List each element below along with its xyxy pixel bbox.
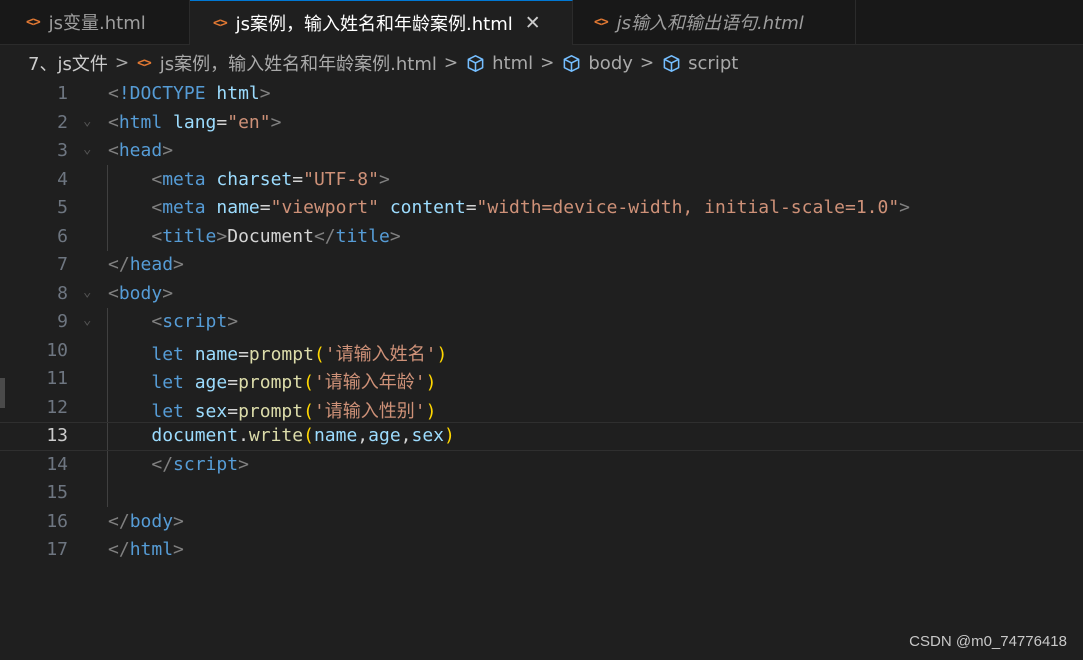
line-number: 5	[57, 197, 68, 218]
line-number: 14	[46, 453, 68, 475]
line-number: 11	[46, 368, 68, 389]
chevron-right-icon: >	[443, 53, 459, 73]
breadcrumb-label: body	[588, 52, 633, 74]
code-line[interactable]: 1 <!DOCTYPE html>	[0, 80, 1083, 109]
html-file-icon: <>	[137, 55, 152, 71]
fold-chevron-icon[interactable]: ⌄	[83, 113, 91, 129]
tab-input-output[interactable]: <> js输入和输出语句.html	[573, 0, 856, 44]
code-text: let name=prompt('请输入姓名')	[151, 343, 448, 365]
breadcrumb-label: script	[688, 52, 739, 74]
code-line[interactable]: 12 let sex=prompt('请输入性别')	[0, 394, 1083, 423]
line-number: 16	[46, 510, 68, 532]
line-number: 3	[57, 140, 68, 161]
fold-chevron-icon[interactable]: ⌄	[83, 141, 91, 157]
breadcrumb-label: html	[492, 52, 534, 74]
line-number: 1	[57, 83, 68, 104]
line-number: 17	[46, 539, 68, 560]
code-text: document.write(name,age,sex)	[151, 425, 455, 446]
tab-name-age-case[interactable]: <> js案例，输入姓名和年龄案例.html ✕	[190, 0, 573, 45]
tab-label: js变量.html	[48, 13, 146, 34]
chevron-right-icon: >	[540, 53, 555, 73]
breadcrumb-file[interactable]: <> js案例，输入姓名和年龄案例.html	[137, 50, 437, 76]
close-icon[interactable]: ✕	[525, 12, 541, 34]
line-number: 15	[46, 482, 68, 503]
fold-chevron-icon[interactable]: ⌄	[83, 284, 91, 300]
line-number: 12	[46, 396, 68, 418]
code-text: </html>	[108, 539, 184, 560]
code-line[interactable]: 2 ⌄ <html lang="en">	[0, 109, 1083, 138]
tab-js-variables[interactable]: <> js变量.html	[0, 0, 190, 44]
line-number: 8	[57, 282, 68, 304]
code-line[interactable]: 14 </script>	[0, 451, 1083, 480]
html-file-icon: <>	[26, 14, 41, 30]
code-line[interactable]: 11 let age=prompt('请输入年龄')	[0, 365, 1083, 394]
code-line[interactable]: 8 ⌄ <body>	[0, 280, 1083, 309]
code-line[interactable]: 16 </body>	[0, 508, 1083, 537]
line-number: 9	[57, 311, 68, 332]
line-number: 13	[46, 425, 68, 446]
fold-chevron-icon[interactable]: ⌄	[83, 312, 91, 328]
code-line[interactable]: 17 </html>	[0, 536, 1083, 565]
line-number: 4	[57, 168, 68, 190]
html-file-icon: <>	[213, 15, 228, 31]
code-line[interactable]: 6 <title>Document</title>	[0, 223, 1083, 252]
code-text: </script>	[151, 453, 249, 475]
code-line-current[interactable]: 13 document.write(name,age,sex)	[0, 422, 1083, 451]
code-text: <body>	[108, 282, 174, 304]
code-text: <meta name="viewport" content="width=dev…	[151, 197, 911, 218]
code-line[interactable]: 4 <meta charset="UTF-8">	[0, 166, 1083, 195]
line-number: 10	[46, 339, 68, 361]
tab-label: js案例，输入姓名和年龄案例.html	[235, 14, 513, 35]
breadcrumb-html[interactable]: html	[466, 53, 533, 74]
code-editor[interactable]: 1 <!DOCTYPE html> 2 ⌄ <html lang="en"> 3…	[0, 80, 1083, 660]
code-text: <head>	[108, 140, 174, 161]
code-line[interactable]: 7 </head>	[0, 251, 1083, 280]
code-text: </body>	[108, 510, 184, 532]
watermark: CSDN @m0_74776418	[909, 633, 1067, 650]
tab-label: js输入和输出语句.html	[616, 13, 804, 34]
symbol-cube-icon	[563, 54, 580, 72]
code-line[interactable]: 3 ⌄ <head>	[0, 137, 1083, 166]
code-text: </head>	[108, 254, 184, 275]
code-text: <title>Document</title>	[151, 225, 401, 247]
line-number: 7	[57, 254, 68, 275]
tab-bar: <> js变量.html <> js案例，输入姓名和年龄案例.html ✕ <>…	[0, 0, 1083, 45]
symbol-cube-icon	[663, 54, 680, 72]
breadcrumb-folder[interactable]: 7、js文件	[28, 50, 108, 76]
html-file-icon: <>	[594, 14, 609, 30]
code-line[interactable]: 9 ⌄ <script>	[0, 308, 1083, 337]
breadcrumb-file-label: js案例，输入姓名和年龄案例.html	[159, 54, 437, 75]
code-line[interactable]: 10 let name=prompt('请输入姓名')	[0, 337, 1083, 366]
code-text: let age=prompt('请输入年龄')	[151, 372, 437, 393]
breadcrumb: 7、js文件 > <> js案例，输入姓名和年龄案例.html > html >…	[0, 45, 1083, 81]
chevron-right-icon: >	[114, 53, 130, 73]
symbol-cube-icon	[467, 54, 484, 72]
scroll-marker	[0, 378, 5, 408]
breadcrumb-script[interactable]: script	[662, 53, 738, 74]
code-text: <script>	[151, 311, 239, 332]
code-text: let sex=prompt('请输入性别')	[151, 400, 437, 422]
breadcrumb-body[interactable]: body	[562, 53, 633, 74]
line-number: 6	[57, 225, 68, 247]
code-line[interactable]: 15	[0, 479, 1083, 508]
chevron-right-icon: >	[639, 53, 655, 73]
code-line[interactable]: 5 <meta name="viewport" content="width=d…	[0, 194, 1083, 223]
code-text: <meta charset="UTF-8">	[151, 168, 390, 190]
line-number: 2	[57, 111, 68, 133]
code-text: <html lang="en">	[108, 111, 282, 133]
code-text: <!DOCTYPE html>	[108, 83, 271, 104]
